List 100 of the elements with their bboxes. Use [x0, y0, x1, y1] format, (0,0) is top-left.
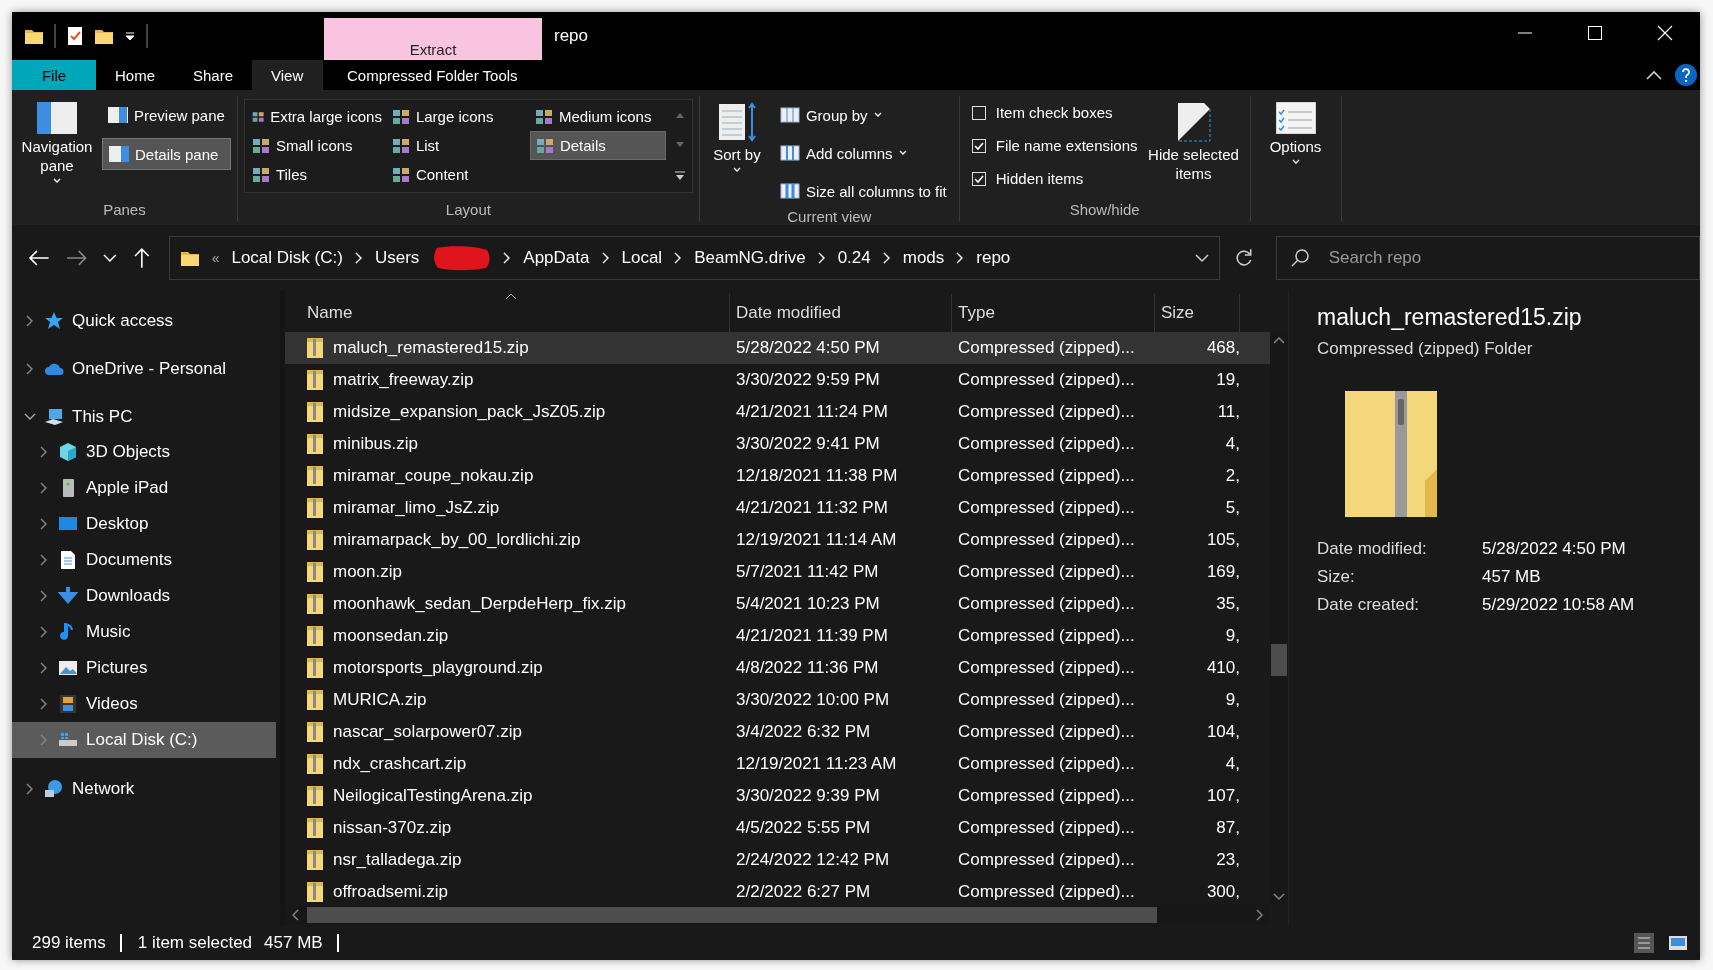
breadcrumb-item[interactable]: Users — [374, 247, 420, 268]
checkbox[interactable] — [971, 138, 986, 153]
breadcrumb-item[interactable]: Local — [621, 247, 663, 268]
layout-option[interactable]: Large icons — [386, 102, 530, 131]
overflow-chevron[interactable]: « — [211, 249, 220, 266]
file-row[interactable]: nascar_solarpower07.zip 3/4/2022 6:32 PM Compressed (zipped)... 104, — [285, 716, 1270, 748]
file-row[interactable]: minibus.zip 3/30/2022 9:41 PM Compressed (zipped)... 4, — [285, 428, 1270, 460]
breadcrumb-item[interactable]: repo — [976, 247, 1011, 268]
tree-item[interactable]: Local Disk (C:) — [12, 722, 276, 758]
file-row[interactable]: maluch_remastered15.zip 5/28/2022 4:50 PM Compressed (zipped)... 468, — [285, 332, 1270, 364]
file-row[interactable]: MURICA.zip 3/30/2022 10:00 PM Compressed (zipped)... 9, — [285, 684, 1270, 716]
details-view-icon[interactable] — [1632, 930, 1656, 955]
breadcrumb-chevron-icon[interactable] — [817, 251, 826, 264]
tree-item[interactable]: This PC — [12, 400, 280, 434]
address-bar[interactable]: « Local Disk (C:) Users AppData Local BeamNG.drive 0.24 mods repo — [168, 235, 1221, 280]
breadcrumb-item[interactable]: BeamNG.drive — [694, 247, 806, 268]
back-arrow-icon[interactable] — [28, 248, 50, 267]
breadcrumb-chevron-icon[interactable] — [601, 251, 610, 264]
file-row[interactable]: nissan-370z.zip 4/5/2022 5:55 PM Compressed (zipped)... 87, — [285, 812, 1270, 844]
file-row[interactable]: miramar_coupe_nokau.zip 12/18/2021 11:38 PM Compressed (zipped)... 2, — [285, 460, 1270, 492]
more-icon[interactable] — [674, 171, 685, 181]
view-command[interactable]: Size all columns to fit — [773, 176, 953, 206]
scroll-left-icon[interactable] — [291, 909, 299, 921]
scroll-up-icon[interactable] — [674, 111, 685, 119]
checkbox-option[interactable]: Item check boxes — [965, 100, 1138, 125]
breadcrumb-item[interactable]: Local Disk (C:) — [231, 247, 343, 268]
scrollbar-thumb[interactable] — [307, 907, 1157, 923]
file-row[interactable]: nsr_talladega.zip 2/24/2022 12:42 PM Compressed (zipped)... 23, — [285, 844, 1270, 876]
tree-item[interactable]: Desktop — [12, 506, 280, 542]
file-row[interactable]: motorsports_playground.zip 4/8/2022 11:36 PM Compressed (zipped)... 410, — [285, 652, 1270, 684]
up-arrow-icon[interactable] — [132, 246, 151, 269]
ribbon-tab[interactable]: Home — [96, 60, 174, 90]
checkbox-option[interactable]: Hidden items — [965, 166, 1138, 191]
help-icon[interactable] — [1675, 64, 1697, 86]
hide-selected-items-button[interactable]: Hide selected items — [1143, 96, 1244, 199]
view-command[interactable]: Group by — [773, 100, 953, 130]
file-row[interactable]: midsize_expansion_pack_JsZ05.zip 4/21/2021 11:24 PM Compressed (zipped)... 11, — [285, 396, 1270, 428]
checkbox[interactable] — [971, 105, 986, 120]
tree-item[interactable]: Documents — [12, 542, 280, 578]
scroll-up-icon[interactable] — [1273, 336, 1285, 344]
close-icon[interactable] — [1657, 25, 1673, 41]
layout-option[interactable]: Medium icons — [529, 102, 666, 131]
tree-item[interactable]: Downloads — [12, 578, 280, 614]
scrollbar-thumb[interactable] — [1271, 644, 1287, 676]
options-button[interactable]: Options — [1256, 96, 1335, 199]
file-row[interactable]: matrix_freeway.zip 3/30/2022 9:59 PM Compressed (zipped)... 19, — [285, 364, 1270, 396]
forward-arrow-icon[interactable] — [65, 248, 88, 267]
layout-option[interactable]: Content — [386, 160, 530, 189]
layout-option[interactable]: Tiles — [246, 160, 387, 189]
tree-item[interactable]: Apple iPad — [12, 470, 280, 506]
tree-item[interactable]: Videos — [12, 686, 280, 722]
breadcrumb-chevron-icon[interactable] — [674, 251, 683, 264]
ribbon-tab[interactable]: File — [12, 60, 96, 90]
date-cell-text: 12/18/2021 11:38 PM — [735, 465, 899, 487]
tree-item[interactable]: Music — [12, 614, 280, 650]
layout-option[interactable]: Details — [529, 131, 666, 160]
breadcrumb-item[interactable]: 0.24 — [837, 247, 871, 268]
tree-item[interactable]: 3D Objects — [12, 434, 280, 470]
breadcrumb-chevron-icon[interactable] — [882, 251, 891, 264]
file-row[interactable]: moon.zip 5/7/2021 11:42 PM Compressed (zipped)... 169, — [285, 556, 1270, 588]
view-command[interactable]: Add columns — [773, 138, 953, 168]
scroll-down-icon[interactable] — [674, 141, 685, 149]
file-row[interactable]: NeilogicalTestingArena.zip 3/30/2022 9:39 PM Compressed (zipped)... 107, — [285, 780, 1270, 812]
breadcrumb-chevron-icon[interactable] — [503, 251, 512, 264]
customize-caret-icon[interactable] — [124, 30, 136, 42]
file-name: midsize_expansion_pack_JsZ05.zip — [333, 402, 606, 422]
file-row[interactable]: offroadsemi.zip 2/2/2022 6:27 PM Compressed (zipped)... 300, — [285, 876, 1270, 905]
file-row[interactable]: moonsedan.zip 4/21/2021 11:39 PM Compressed (zipped)... 9, — [285, 620, 1270, 652]
refresh-icon[interactable] — [1234, 247, 1254, 268]
tree-item[interactable]: OneDrive - Personal — [12, 352, 280, 386]
navigation-pane-button[interactable]: Navigation pane — [18, 96, 96, 199]
layout-option[interactable]: Extra large icons — [246, 102, 387, 131]
file-row[interactable]: miramarpack_by_00_lordlichi.zip 12/19/2021 11:14 AM Compressed (zipped)... 105, — [285, 524, 1270, 556]
checkbox[interactable] — [971, 171, 986, 186]
recent-chevron-icon[interactable] — [103, 252, 117, 263]
layout-option[interactable]: Small icons — [246, 131, 387, 160]
breadcrumb-chevron-icon[interactable] — [956, 251, 965, 264]
dropdown-chevron-icon[interactable] — [1195, 252, 1210, 263]
sort-by-button[interactable]: Sort by — [705, 96, 768, 206]
breadcrumb-item[interactable]: AppData — [523, 247, 590, 268]
ribbon-tab[interactable]: Share — [174, 60, 253, 90]
scroll-down-icon[interactable] — [1273, 893, 1285, 901]
maximize-icon[interactable] — [1587, 25, 1603, 41]
layout-option[interactable]: List — [386, 131, 530, 160]
size-cell-text: 11, — [1216, 401, 1240, 423]
file-row[interactable]: ndx_crashcart.zip 12/19/2021 11:23 AM Compressed (zipped)... 4, — [285, 748, 1270, 780]
scroll-right-icon[interactable] — [1256, 909, 1264, 921]
tree-item[interactable]: Pictures — [12, 650, 280, 686]
tree-item[interactable]: Network — [12, 772, 280, 806]
checkbox-option[interactable]: File name extensions — [965, 133, 1138, 158]
breadcrumb-item[interactable]: mods — [902, 247, 945, 268]
file-row[interactable]: moonhawk_sedan_DerpdeHerp_fix.zip 5/4/2021 10:23 PM Compressed (zipped)... 35, — [285, 588, 1270, 620]
search-field[interactable]: Search repo — [1275, 235, 1700, 280]
ribbon-tab[interactable]: View — [252, 60, 323, 90]
file-row[interactable]: miramar_limo_JsZ.zip 4/21/2021 11:32 PM Compressed (zipped)... 5, — [285, 492, 1270, 524]
tree-item[interactable]: Quick access — [12, 304, 280, 338]
collapse-chevron-icon[interactable] — [1645, 69, 1663, 81]
pane-button[interactable]: Details pane — [102, 138, 231, 170]
breadcrumb-chevron-icon[interactable] — [354, 251, 363, 264]
pane-button[interactable]: Preview pane — [102, 100, 231, 130]
